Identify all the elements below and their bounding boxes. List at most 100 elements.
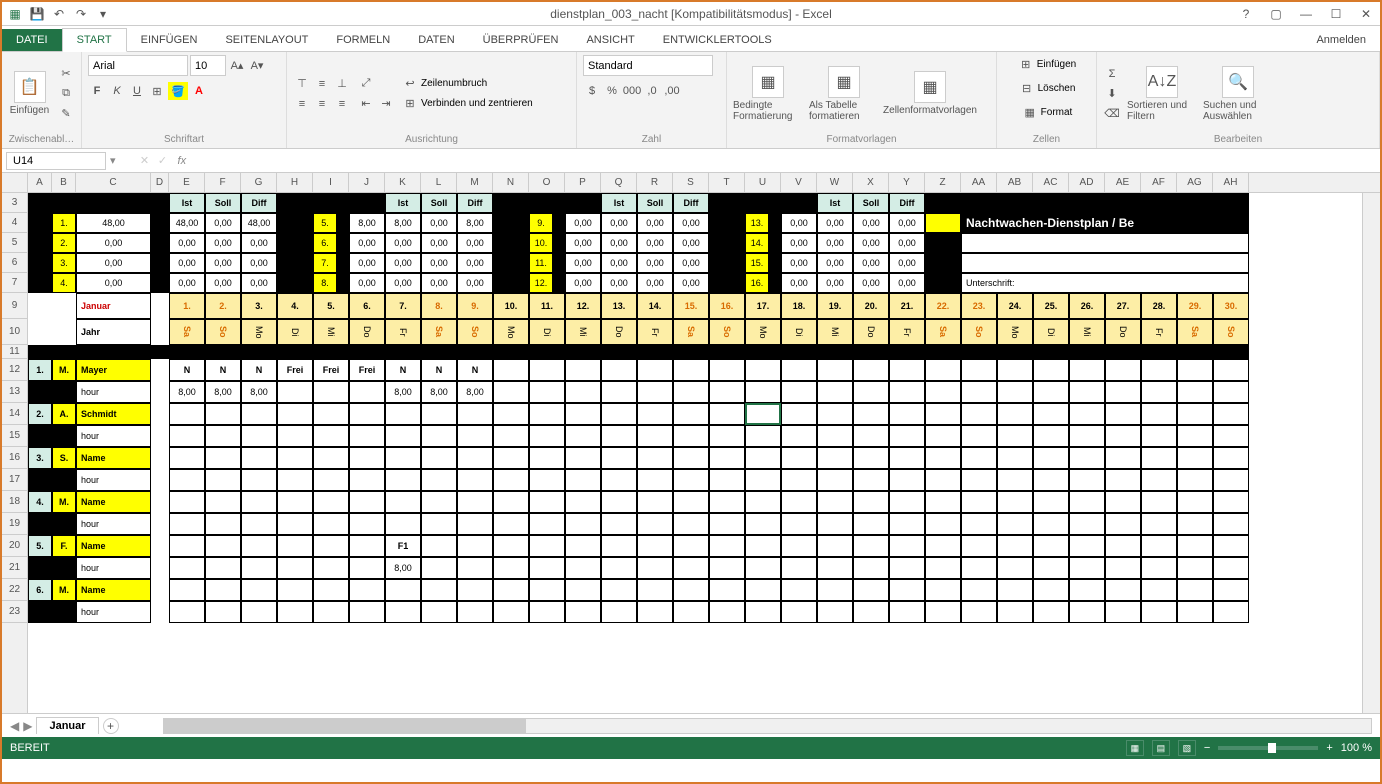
col-header-C[interactable]: C xyxy=(76,173,151,192)
day-number[interactable]: 8. xyxy=(421,293,457,319)
copy-icon[interactable]: ⧉ xyxy=(57,85,75,103)
hour-cell[interactable] xyxy=(493,425,529,447)
hour-cell[interactable] xyxy=(565,557,601,579)
hour-cell[interactable] xyxy=(277,557,313,579)
sheet-nav-prev-icon[interactable]: ◀ xyxy=(10,719,19,733)
hour-cell[interactable] xyxy=(781,469,817,491)
cell-styles-button[interactable]: ▦Zellenformatvorlagen xyxy=(885,71,975,116)
cell[interactable]: 0,00 xyxy=(76,253,151,273)
format-cells-button[interactable]: ▦Format xyxy=(1021,103,1073,121)
undo-icon[interactable]: ↶ xyxy=(50,5,68,23)
align-left-icon[interactable]: ≡ xyxy=(293,95,311,113)
cell[interactable] xyxy=(52,345,76,359)
weekday[interactable]: So xyxy=(457,319,493,345)
emp-initial[interactable]: S. xyxy=(52,447,76,469)
weekday[interactable]: Mi xyxy=(565,319,601,345)
cell[interactable]: Ist xyxy=(169,193,205,213)
weekday[interactable]: Di xyxy=(277,319,313,345)
hour-cell[interactable] xyxy=(1033,557,1069,579)
hour-cell[interactable] xyxy=(565,601,601,623)
hour-cell[interactable] xyxy=(349,425,385,447)
hour-cell[interactable] xyxy=(709,513,745,535)
hour-cell[interactable]: 8,00 xyxy=(457,381,493,403)
name-box[interactable]: U14 xyxy=(6,152,106,170)
hour-cell[interactable] xyxy=(529,381,565,403)
hour-cell[interactable] xyxy=(709,381,745,403)
cell[interactable] xyxy=(601,345,637,359)
row-header[interactable]: 3 xyxy=(2,193,27,213)
cell[interactable]: 0,00 xyxy=(349,253,385,273)
emp-name[interactable]: Name xyxy=(76,447,151,469)
cell[interactable] xyxy=(76,193,151,213)
hour-cell[interactable] xyxy=(889,469,925,491)
shift-cell[interactable] xyxy=(493,447,529,469)
shift-cell[interactable] xyxy=(1069,359,1105,381)
shift-cell[interactable] xyxy=(493,359,529,381)
cell[interactable]: 0,00 xyxy=(205,233,241,253)
italic-icon[interactable]: K xyxy=(108,82,126,100)
shift-cell[interactable] xyxy=(637,359,673,381)
shift-cell[interactable] xyxy=(349,491,385,513)
cell[interactable] xyxy=(781,193,817,213)
hour-cell[interactable] xyxy=(637,381,673,403)
cell[interactable]: 0,00 xyxy=(457,233,493,253)
col-header-F[interactable]: F xyxy=(205,173,241,192)
hour-cell[interactable] xyxy=(817,469,853,491)
shift-cell[interactable] xyxy=(853,403,889,425)
shift-cell[interactable] xyxy=(781,579,817,601)
cell[interactable]: Soll xyxy=(853,193,889,213)
hour-cell[interactable] xyxy=(313,557,349,579)
wrap-text-button[interactable]: ↩Zeilenumbruch xyxy=(401,75,533,93)
cell[interactable]: 0,00 xyxy=(601,253,637,273)
select-all-corner[interactable] xyxy=(2,173,28,192)
row-header[interactable]: 4 xyxy=(2,213,27,233)
cell[interactable]: 0,00 xyxy=(889,233,925,253)
hour-cell[interactable] xyxy=(601,469,637,491)
stat-num[interactable]: 3. xyxy=(52,253,76,273)
stat-num[interactable]: 14. xyxy=(745,233,769,253)
hour-cell[interactable] xyxy=(961,425,997,447)
shift-cell[interactable] xyxy=(1141,403,1177,425)
shift-cell[interactable] xyxy=(925,403,961,425)
shift-cell[interactable] xyxy=(637,535,673,557)
hour-cell[interactable] xyxy=(1141,425,1177,447)
shift-cell[interactable] xyxy=(385,403,421,425)
autosum-icon[interactable]: Σ xyxy=(1103,65,1121,83)
shift-cell[interactable] xyxy=(745,535,781,557)
cell[interactable] xyxy=(925,213,961,233)
shift-cell[interactable] xyxy=(421,579,457,601)
shift-cell[interactable] xyxy=(997,491,1033,513)
weekday[interactable]: Mo xyxy=(493,319,529,345)
horizontal-scrollbar[interactable] xyxy=(163,718,1372,734)
weekday[interactable]: Sa xyxy=(169,319,205,345)
weekday[interactable]: Mi xyxy=(313,319,349,345)
day-number[interactable]: 12. xyxy=(565,293,601,319)
underline-icon[interactable]: U xyxy=(128,82,146,100)
formatpainter-icon[interactable]: ✎ xyxy=(57,105,75,123)
shift-cell[interactable] xyxy=(997,447,1033,469)
shift-cell[interactable] xyxy=(313,535,349,557)
hour-cell[interactable] xyxy=(1177,513,1213,535)
shift-cell[interactable] xyxy=(313,447,349,469)
weekday[interactable]: Fr xyxy=(889,319,925,345)
shift-cell[interactable] xyxy=(169,579,205,601)
shift-cell[interactable] xyxy=(1177,491,1213,513)
fontsize-dropdown[interactable]: 10 xyxy=(190,55,226,76)
cell[interactable]: 0,00 xyxy=(241,273,277,293)
hour-cell[interactable] xyxy=(1069,601,1105,623)
cell[interactable]: Diff xyxy=(889,193,925,213)
hour-cell[interactable] xyxy=(1213,601,1249,623)
weekday[interactable]: Mi xyxy=(1069,319,1105,345)
shift-cell[interactable] xyxy=(889,403,925,425)
cell[interactable]: 0,00 xyxy=(889,253,925,273)
shift-cell[interactable] xyxy=(781,535,817,557)
day-number[interactable]: 30. xyxy=(1213,293,1249,319)
day-number[interactable]: 13. xyxy=(601,293,637,319)
cell[interactable] xyxy=(1213,345,1249,359)
shift-cell[interactable] xyxy=(421,447,457,469)
cell[interactable] xyxy=(28,513,52,535)
day-number[interactable]: 23. xyxy=(961,293,997,319)
col-header-AE[interactable]: AE xyxy=(1105,173,1141,192)
day-number[interactable]: 3. xyxy=(241,293,277,319)
shift-cell[interactable] xyxy=(889,579,925,601)
